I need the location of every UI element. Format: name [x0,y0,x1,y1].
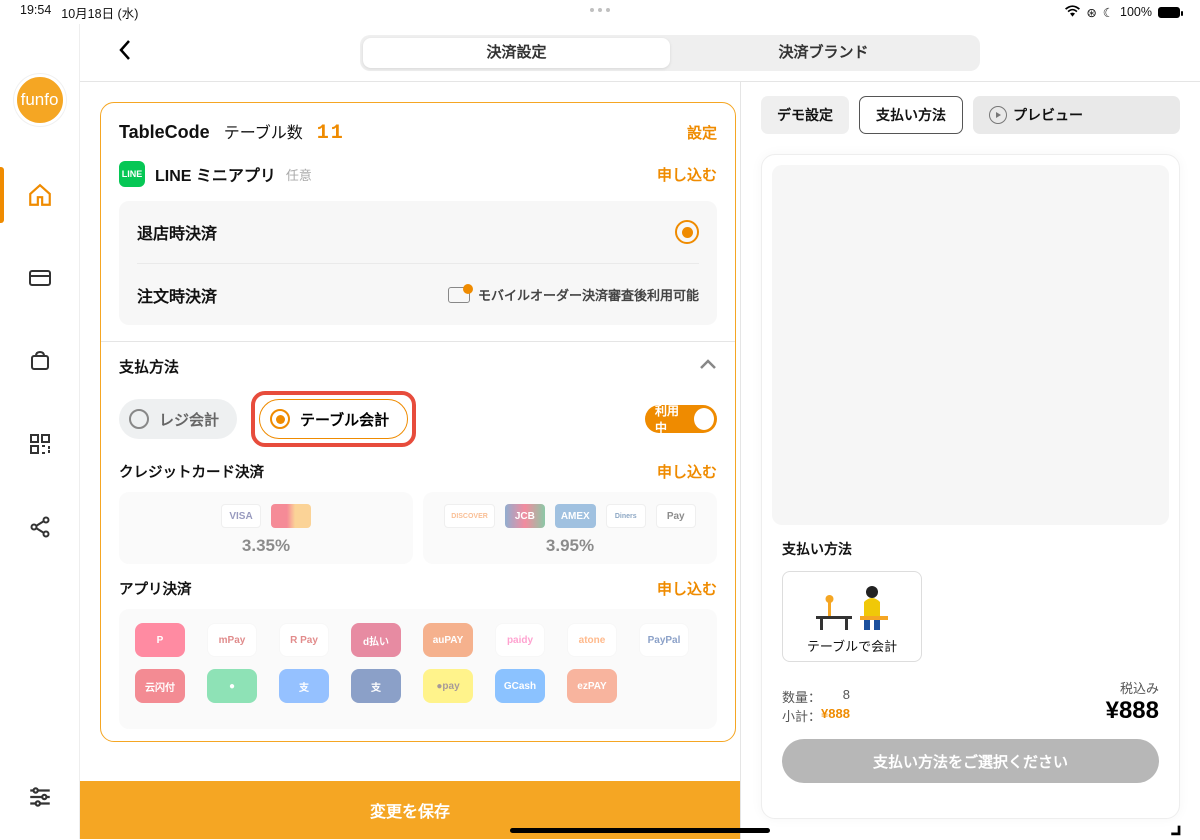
tab-payment-brand[interactable]: 決済ブランド [670,38,977,68]
pay-method-title: 支払方法 [119,356,179,377]
atone-icon: atone [567,623,617,657]
chevron-up-icon[interactable] [699,358,717,376]
kakaopay-icon: ●pay [423,669,473,703]
line-note: 任意 [286,165,312,184]
amex-icon: AMEX [555,504,596,528]
preview-card: 支払い方法 [761,154,1180,819]
settings-link[interactable]: 設定 [687,122,717,143]
preview-title: 支払い方法 [782,539,1159,559]
tab-segmented-control: 決済設定 決済ブランド [360,35,980,71]
table-illustration-icon [791,578,913,632]
aupay-icon: auPAY [423,623,473,657]
mastercard-icon [271,504,311,528]
radio-off-icon [129,409,149,429]
highlight-box: テーブル会計 [251,391,416,447]
option-order-payment[interactable]: 注文時決済 モバイルオーダー決済審査後利用可能 [137,263,699,325]
paypal-icon: PayPal [639,623,689,657]
credit-title: クレジットカード決済 [119,461,264,482]
card-check-icon [448,287,470,303]
unionpay-icon: 云闪付 [135,669,185,703]
alipay-icon: 支 [279,669,329,703]
status-bar: 19:54 10月18日 (水) ⊛ ☾ 100% [0,0,1200,24]
discover-icon: DISCOVER [444,504,495,528]
app-pay-apply-link[interactable]: 申し込む [657,578,717,599]
in-use-toggle[interactable]: 利用中 [645,405,717,433]
credit-brand-grid: VISA 3.35% DISCOVER JCB AMEX [119,492,717,564]
status-time: 19:54 [20,3,51,22]
line-label: LINE ミニアプリ [155,162,276,186]
qty-label: 数量： [782,687,821,706]
merpay-icon: mPay [207,623,257,657]
app-pay-title: アプリ決済 [119,578,192,599]
total-value: ¥888 [1106,697,1159,725]
preview-select-button[interactable]: 支払い方法をご選択ください [782,739,1159,783]
option-exit-payment[interactable]: 退店時決済 [137,201,699,263]
grabber-icon[interactable] [590,8,610,12]
nav-qr-icon[interactable] [26,430,54,458]
gcash-icon: GCash [495,669,545,703]
rpay-icon: R Pay [279,623,329,657]
demo-settings-button[interactable]: デモ設定 [761,96,849,134]
table-count-label: テーブル数 [224,119,303,143]
diners-icon: Diners [606,504,646,528]
jcb-icon: JCB [505,504,545,528]
subtotal-label: 小計： [782,706,821,725]
nav-share-icon[interactable] [26,513,54,541]
radio-on-icon [270,409,290,429]
tablecode-card: TableCode テーブル数 11 設定 LINE LINE ミニアプリ 任意 [100,102,736,742]
rate-1: 3.35% [242,536,290,556]
preview-button[interactable]: プレビュー [973,96,1180,134]
sidebar: funfo [0,24,80,839]
nav-card-icon[interactable] [26,264,54,292]
orientation-lock-icon: ⊛ [1086,5,1096,20]
line-icon: LINE [119,161,145,187]
radio-on-icon [675,220,699,244]
alipayplus-icon: 支 [351,669,401,703]
pay-method-button[interactable]: 支払い方法 [859,96,963,134]
wechatpay-icon: ● [207,669,257,703]
app-pay-grid: P mPay R Pay d払い auPAY paidy atone PayPa… [119,609,717,729]
wifi-icon [1065,5,1080,20]
rate-2: 3.95% [546,536,594,556]
home-indicator[interactable] [510,828,770,833]
pill-table-payment[interactable]: テーブル会計 [259,399,408,439]
nav-settings-icon[interactable] [26,783,54,811]
preview-option-label: テーブルで会計 [807,636,897,655]
paidy-icon: paidy [495,623,545,657]
back-button[interactable] [110,35,140,71]
preview-placeholder-image [772,165,1169,525]
tab-payment-settings[interactable]: 決済設定 [363,38,670,68]
apple-pay-icon: Pay [656,504,696,528]
header: 決済設定 決済ブランド [80,24,1200,82]
ezpay-icon: ezPAY [567,669,617,703]
table-count-value: 11 [317,122,345,145]
dnd-icon: ☾ [1103,5,1114,20]
card-title: TableCode [119,122,210,143]
qty-value: 8 [843,687,850,706]
nav-bag-icon[interactable] [26,347,54,375]
dbarai-icon: d払い [351,623,401,657]
line-apply-link[interactable]: 申し込む [657,164,717,185]
visa-icon: VISA [221,504,261,528]
preview-option-table[interactable]: テーブルで会計 [782,571,922,662]
resize-handle-icon[interactable]: ⌟ [1170,809,1198,837]
battery-icon [1158,7,1180,18]
subtotal-value: ¥888 [821,706,850,725]
paypay-icon: P [135,623,185,657]
brand-logo[interactable]: funfo [14,74,66,126]
pill-register-payment[interactable]: レジ会計 [119,399,237,439]
nav-home-icon[interactable] [26,181,54,209]
status-date: 10月18日 (水) [61,3,138,22]
tax-label: 税込み [1106,678,1159,697]
credit-apply-link[interactable]: 申し込む [657,461,717,482]
battery-percent: 100% [1120,5,1152,19]
play-icon [989,106,1007,124]
